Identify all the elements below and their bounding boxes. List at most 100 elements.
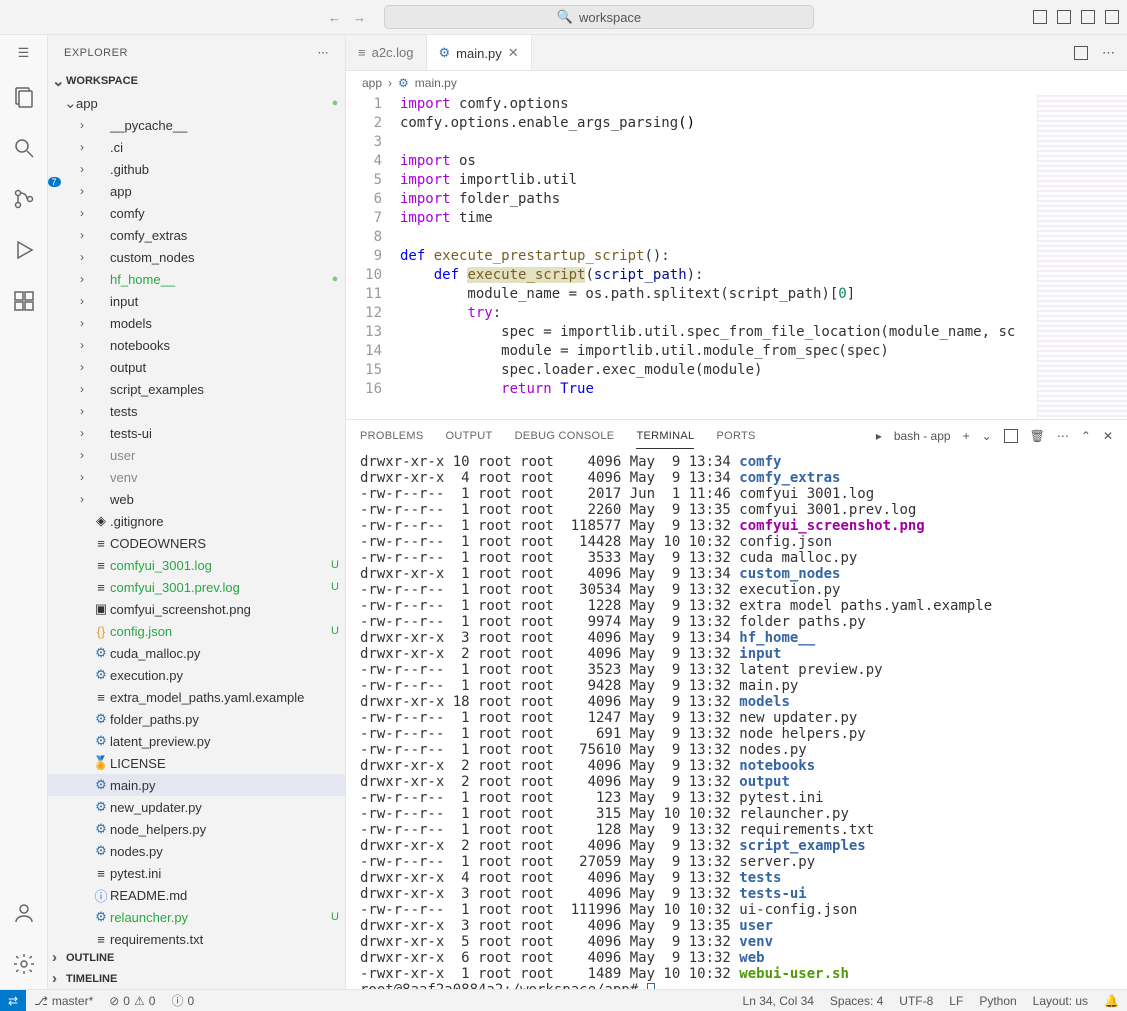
timeline-section-header[interactable]: TIMELINE: [48, 968, 345, 989]
tree-file[interactable]: ▣comfyui_screenshot.png: [48, 598, 345, 620]
tree-folder[interactable]: ›tests-ui: [48, 422, 345, 444]
tree-folder[interactable]: ›.github: [48, 158, 345, 180]
search-icon[interactable]: [12, 136, 36, 163]
tree-folder[interactable]: ›models: [48, 312, 345, 334]
terminal-dropdown-icon[interactable]: ⌄: [982, 429, 992, 443]
breadcrumb-seg[interactable]: main.py: [415, 76, 457, 90]
editor-tab[interactable]: ⚙main.py✕: [427, 35, 532, 70]
explorer-more-icon[interactable]: ⋯: [318, 46, 330, 59]
tree-file[interactable]: ≡requirements.txt: [48, 928, 345, 947]
layout-customize-icon[interactable]: [1105, 10, 1119, 24]
tree-file[interactable]: ⚙main.py: [48, 774, 345, 796]
tab-close-icon[interactable]: ✕: [508, 45, 519, 61]
split-terminal-icon[interactable]: [1004, 429, 1018, 443]
tree-folder[interactable]: ›venv: [48, 466, 345, 488]
extensions-icon[interactable]: [12, 289, 36, 316]
workspace-section-header[interactable]: WORKSPACE: [48, 70, 345, 92]
panel-tab[interactable]: DEBUG CONSOLE: [515, 424, 615, 449]
tree-file[interactable]: ⚙execution.py: [48, 664, 345, 686]
kill-terminal-icon[interactable]: 🗑: [1030, 429, 1045, 443]
eol-status[interactable]: LF: [941, 994, 971, 1008]
split-editor-icon[interactable]: [1074, 46, 1088, 60]
keyboard-layout[interactable]: Layout: us: [1025, 994, 1096, 1008]
tree-file[interactable]: ⚙nodes.py: [48, 840, 345, 862]
tab-more-icon[interactable]: ⋯: [1102, 45, 1115, 61]
explorer-icon[interactable]: [12, 85, 36, 112]
panel-tab[interactable]: TERMINAL: [636, 424, 694, 449]
tree-file[interactable]: 🏅LICENSE: [48, 752, 345, 774]
minimap[interactable]: [1037, 95, 1127, 419]
cursor-position[interactable]: Ln 34, Col 34: [735, 994, 822, 1008]
tree-folder[interactable]: ›comfy: [48, 202, 345, 224]
terminal-shell-label[interactable]: bash - app: [894, 429, 951, 443]
panel-tab[interactable]: PROBLEMS: [360, 424, 424, 449]
tree-folder[interactable]: ›app: [48, 180, 345, 202]
terminal-output[interactable]: drwxr-xr-x 10 root root 4096 May 9 13:34…: [346, 452, 1127, 989]
tree-file[interactable]: ≡pytest.ini: [48, 862, 345, 884]
code-editor[interactable]: 12345678910111213141516 import comfy.opt…: [346, 95, 1127, 419]
notifications-icon[interactable]: 🔔: [1096, 994, 1127, 1008]
git-branch[interactable]: ⎇master*: [26, 994, 101, 1008]
layout-toggle-left-icon[interactable]: [1033, 10, 1047, 24]
layout-toggle-bottom-icon[interactable]: [1057, 10, 1071, 24]
nav-back-icon[interactable]: ←: [328, 10, 341, 25]
problems-status[interactable]: ⊘0⚠0: [101, 994, 163, 1008]
tree-file[interactable]: ⓘREADME.md: [48, 884, 345, 906]
tree-file[interactable]: {}config.jsonU: [48, 620, 345, 642]
tree-folder[interactable]: ›.ci: [48, 136, 345, 158]
indentation-status[interactable]: Spaces: 4: [822, 994, 891, 1008]
tree-folder[interactable]: ›tests: [48, 400, 345, 422]
encoding-status[interactable]: UTF-8: [891, 994, 941, 1008]
tree-file[interactable]: ⚙cuda_malloc.py: [48, 642, 345, 664]
tree-folder[interactable]: ›custom_nodes: [48, 246, 345, 268]
panel-close-icon[interactable]: ✕: [1103, 429, 1113, 443]
tree-folder[interactable]: ›hf_home__●: [48, 268, 345, 290]
outline-label: OUTLINE: [66, 952, 114, 964]
panel-more-icon[interactable]: ⋯: [1057, 429, 1069, 443]
tree-folder[interactable]: ›script_examples: [48, 378, 345, 400]
panel-tab[interactable]: PORTS: [716, 424, 755, 449]
tree-folder[interactable]: ›output: [48, 356, 345, 378]
accounts-icon[interactable]: [12, 901, 36, 928]
tree-folder[interactable]: ›input: [48, 290, 345, 312]
remote-indicator[interactable]: ⇄: [0, 990, 26, 1011]
tree-file[interactable]: ⚙node_helpers.py: [48, 818, 345, 840]
tree-folder[interactable]: ›web: [48, 488, 345, 510]
chevron-right-icon: ›: [388, 76, 392, 90]
tree-folder[interactable]: ›notebooks: [48, 334, 345, 356]
breadcrumb-seg[interactable]: app: [362, 76, 382, 90]
tree-file[interactable]: ≡extra_model_paths.yaml.example: [48, 686, 345, 708]
tree-file[interactable]: ≡comfyui_3001.prev.logU: [48, 576, 345, 598]
tab-label: main.py: [456, 46, 502, 61]
outline-section-header[interactable]: OUTLINE: [48, 947, 345, 968]
tree-file[interactable]: ≡CODEOWNERS: [48, 532, 345, 554]
tree-folder[interactable]: ›comfy_extras: [48, 224, 345, 246]
panel-maximize-icon[interactable]: ⌃: [1081, 429, 1091, 443]
item-label: __pycache__: [110, 118, 325, 133]
tree-file[interactable]: ⚙relauncher.pyU: [48, 906, 345, 928]
language-mode[interactable]: Python: [971, 994, 1024, 1008]
panel-tab[interactable]: OUTPUT: [446, 424, 493, 449]
editor-tab[interactable]: ≡a2c.log: [346, 35, 427, 70]
run-debug-icon[interactable]: [12, 238, 36, 265]
tree-file[interactable]: ≡comfyui_3001.logU: [48, 554, 345, 576]
item-label: notebooks: [110, 338, 325, 353]
file-icon: ≡: [92, 690, 110, 705]
layout-toggle-right-icon[interactable]: [1081, 10, 1095, 24]
source-control-icon[interactable]: 7: [12, 187, 36, 214]
tree-folder-root[interactable]: app ●: [48, 92, 345, 114]
tree-file[interactable]: ⚙latent_preview.py: [48, 730, 345, 752]
ports-status[interactable]: ⓘ0: [163, 992, 202, 1009]
tree-file[interactable]: ⚙folder_paths.py: [48, 708, 345, 730]
settings-gear-icon[interactable]: [12, 952, 36, 979]
tree-file[interactable]: ⚙new_updater.py: [48, 796, 345, 818]
breadcrumb[interactable]: app › ⚙ main.py: [346, 71, 1127, 95]
command-center-search[interactable]: 🔍 workspace: [384, 5, 814, 29]
tree-file[interactable]: ◈.gitignore: [48, 510, 345, 532]
tab-file-icon: ≡: [358, 45, 366, 60]
new-terminal-icon[interactable]: +: [963, 429, 970, 443]
nav-forward-icon[interactable]: →: [353, 10, 366, 25]
menu-icon[interactable]: ☰: [18, 45, 30, 61]
tree-folder[interactable]: ›__pycache__: [48, 114, 345, 136]
tree-folder[interactable]: ›user: [48, 444, 345, 466]
